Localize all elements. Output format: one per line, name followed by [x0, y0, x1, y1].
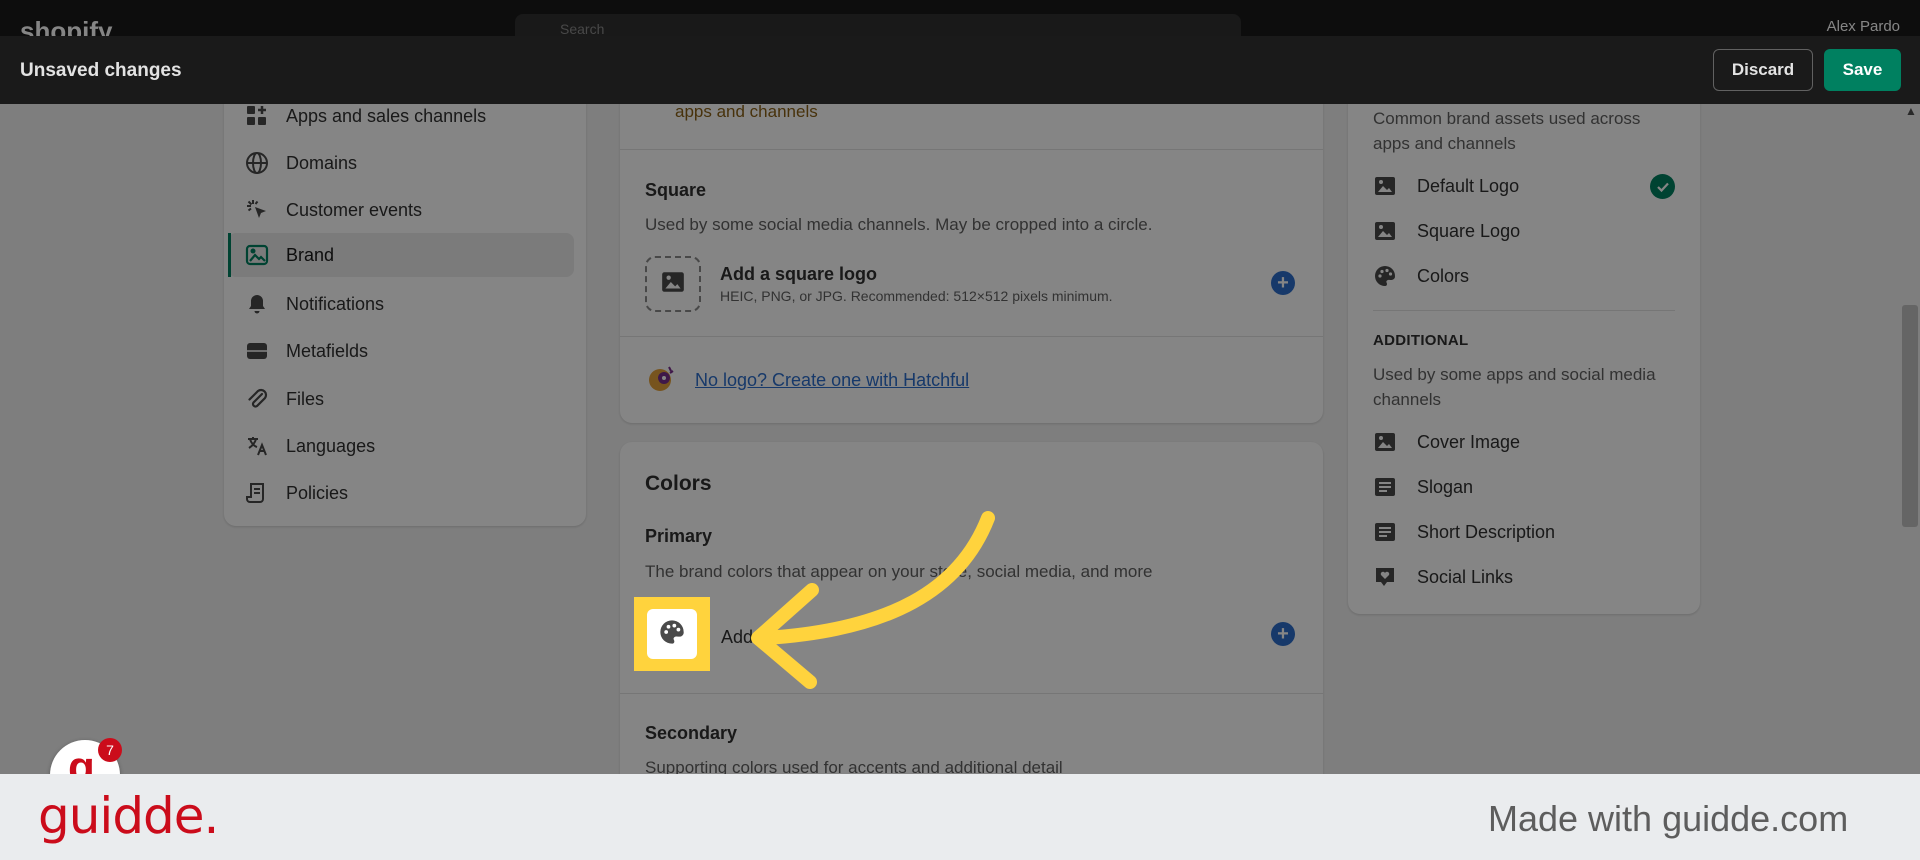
shopify-header: shopify Search Alex Pardo: [0, 0, 1920, 46]
discard-button[interactable]: Discard: [1713, 49, 1813, 91]
asset-label: Social Links: [1417, 566, 1514, 587]
additional-description: Used by some apps and social media chann…: [1373, 365, 1656, 409]
metafields-icon: [244, 338, 270, 364]
image-icon: [1373, 430, 1397, 454]
sidebar-item-label: Apps and sales channels: [286, 105, 487, 126]
add-square-logo-title[interactable]: Add a square logo: [720, 264, 877, 285]
sidebar-item-brand[interactable]: Brand: [228, 233, 574, 277]
image-icon: [660, 269, 686, 300]
divider: [620, 336, 1323, 337]
settings-sidebar: Apps and sales channels Domains Customer…: [224, 80, 586, 526]
asset-cover-image[interactable]: Cover Image: [1373, 430, 1520, 454]
bell-icon: [244, 291, 270, 317]
highlighted-color-swatch[interactable]: [634, 597, 710, 671]
sidebar-item-customer-events[interactable]: Customer events: [224, 188, 574, 232]
asset-default-logo[interactable]: Default Logo: [1373, 174, 1519, 198]
made-with-text: Made with guidde.com: [1488, 798, 1849, 839]
sidebar-item-metafields[interactable]: Metafields: [224, 329, 574, 373]
sidebar-item-label: Policies: [286, 482, 349, 503]
notification-badge: 7: [98, 738, 122, 762]
scrollbar-thumb[interactable]: [1902, 305, 1918, 527]
user-name[interactable]: Alex Pardo: [1827, 18, 1900, 35]
sidebar-item-policies[interactable]: Policies: [224, 471, 574, 515]
text-icon: [1373, 475, 1397, 499]
cursor-click-icon: [244, 197, 270, 223]
asset-label: Slogan: [1417, 476, 1474, 497]
guide-arrow-icon: [751, 511, 995, 689]
guidde-logo: guidde.: [38, 787, 219, 845]
sidebar-item-languages[interactable]: Languages: [224, 424, 574, 468]
core-assets-description: Common brand assets used across apps and…: [1373, 109, 1641, 153]
palette-icon: [658, 618, 686, 651]
divider: [1373, 310, 1675, 311]
guidde-footer: guidde. Made with guidde.com: [0, 774, 1920, 860]
image-icon: [1373, 219, 1397, 243]
text-icon: [1373, 520, 1397, 544]
colors-title: Colors: [645, 472, 712, 495]
square-title: Square: [645, 180, 707, 200]
add-square-logo-hint: HEIC, PNG, or JPG. Recommended: 512×512 …: [720, 288, 1113, 304]
save-button[interactable]: Save: [1824, 49, 1901, 91]
logo-card: apps and channels Square Used by some so…: [620, 80, 1323, 423]
asset-social-links[interactable]: Social Links: [1373, 565, 1513, 589]
palette-icon: [1373, 264, 1397, 288]
brand-icon: [244, 242, 270, 268]
asset-label: Square Logo: [1417, 220, 1521, 241]
sidebar-item-label: Brand: [286, 244, 335, 265]
asset-colors[interactable]: Colors: [1373, 264, 1469, 288]
asset-label: Short Description: [1417, 521, 1556, 542]
hatchful-link[interactable]: No logo? Create one with Hatchful: [695, 370, 969, 391]
unsaved-changes-bar: Unsaved changes Discard Save: [0, 36, 1920, 104]
add-primary-color-button[interactable]: +: [1271, 622, 1295, 646]
paperclip-icon: [244, 386, 270, 412]
additional-heading: ADDITIONAL: [1373, 332, 1469, 349]
sidebar-item-label: Notifications: [286, 293, 385, 314]
asset-label: Colors: [1417, 265, 1470, 286]
sidebar-item-label: Files: [286, 388, 325, 409]
add-square-logo-button[interactable]: +: [1271, 271, 1295, 295]
sidebar-item-domains[interactable]: Domains: [224, 141, 574, 185]
check-icon: [1650, 174, 1675, 199]
sidebar-item-label: Metafields: [286, 340, 369, 361]
asset-label: Default Logo: [1417, 175, 1520, 196]
unsaved-changes-title: Unsaved changes: [20, 60, 182, 81]
apps-icon: [244, 103, 270, 129]
sidebar-item-label: Languages: [286, 435, 376, 456]
logo-description: apps and channels: [675, 102, 818, 121]
globe-icon: [244, 150, 270, 176]
translate-icon: [244, 433, 270, 459]
hatchful-icon: [645, 363, 677, 400]
brand-assets-panel: Common brand assets used across apps and…: [1348, 80, 1700, 614]
sidebar-item-label: Domains: [286, 152, 358, 173]
active-indicator: [228, 233, 231, 277]
square-logo-dropzone[interactable]: [645, 256, 701, 312]
secondary-title: Secondary: [645, 723, 738, 743]
asset-short-description[interactable]: Short Description: [1373, 520, 1555, 544]
image-icon: [1373, 174, 1397, 198]
primary-title: Primary: [645, 526, 713, 546]
asset-slogan[interactable]: Slogan: [1373, 475, 1473, 499]
highlighted-swatch-inner[interactable]: [647, 609, 697, 659]
divider: [620, 149, 1323, 150]
sidebar-item-notifications[interactable]: Notifications: [224, 282, 574, 326]
asset-label: Cover Image: [1417, 431, 1521, 452]
square-description: Used by some social media channels. May …: [645, 215, 1153, 234]
sidebar-item-files[interactable]: Files: [224, 377, 574, 421]
scroll-icon: [244, 480, 270, 506]
sidebar-item-label: Customer events: [286, 199, 423, 220]
scroll-up-arrow-icon[interactable]: ▲: [1905, 104, 1917, 118]
asset-square-logo[interactable]: Square Logo: [1373, 219, 1520, 243]
heart-chat-icon: [1373, 565, 1397, 589]
